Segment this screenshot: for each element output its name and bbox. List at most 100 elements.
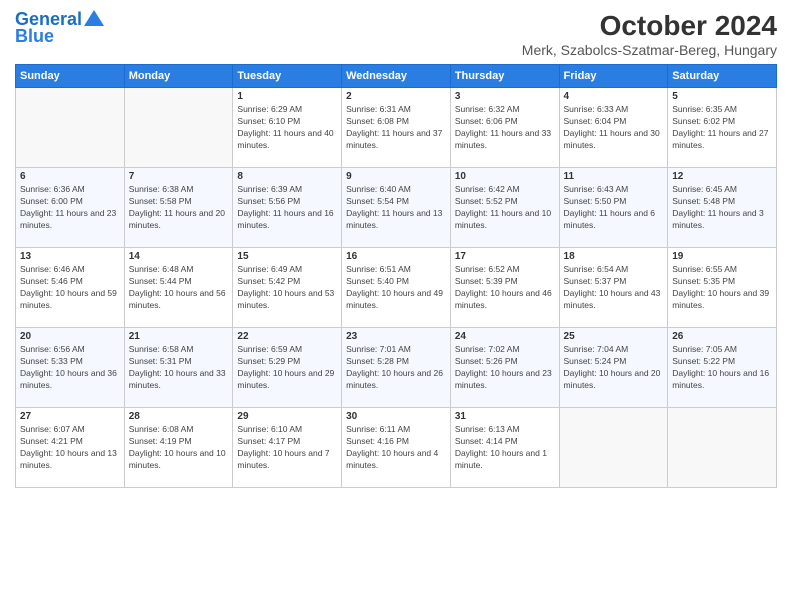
day-info: Sunrise: 6:08 AM Sunset: 4:19 PM Dayligh… [129, 424, 229, 472]
day-number: 13 [20, 251, 120, 262]
day-info: Sunrise: 6:13 AM Sunset: 4:14 PM Dayligh… [455, 424, 555, 472]
col-friday: Friday [559, 65, 668, 88]
day-info: Sunrise: 6:59 AM Sunset: 5:29 PM Dayligh… [237, 344, 337, 392]
day-cell [16, 88, 125, 168]
week-row-0: 1Sunrise: 6:29 AM Sunset: 6:10 PM Daylig… [16, 88, 777, 168]
day-number: 19 [672, 251, 772, 262]
day-cell: 18 Sunrise: 6:54 AM Sunset: 5:37 PM Dayli… [559, 248, 668, 328]
day-info: Sunrise: 6:36 AM Sunset: 6:00 PM Dayligh… [20, 184, 120, 232]
day-number: 18 [564, 251, 664, 262]
day-info: Sunrise: 6:42 AM Sunset: 5:52 PM Dayligh… [455, 184, 555, 232]
day-info: Sunrise: 6:11 AM Sunset: 4:16 PM Dayligh… [346, 424, 446, 472]
day-cell: 27 Sunrise: 6:07 AM Sunset: 4:21 PM Dayli… [16, 408, 125, 488]
logo: General Blue [15, 10, 104, 47]
day-cell: 2 Sunrise: 6:31 AM Sunset: 6:08 PM Daylig… [342, 88, 451, 168]
day-cell: 20Sunrise: 6:56 AM Sunset: 5:33 PM Dayli… [16, 328, 125, 408]
col-wednesday: Wednesday [342, 65, 451, 88]
day-cell: 25 Sunrise: 7:04 AM Sunset: 5:24 PM Dayli… [559, 328, 668, 408]
day-cell: 6 Sunrise: 6:36 AM Sunset: 6:00 PM Daylig… [16, 168, 125, 248]
day-number: 15 [237, 251, 337, 262]
day-number: 11 [564, 171, 664, 182]
col-monday: Monday [124, 65, 233, 88]
day-number: 21 [129, 331, 229, 342]
day-number: 26 [672, 331, 772, 342]
day-info: Sunrise: 6:56 AM Sunset: 5:33 PM Dayligh… [20, 344, 120, 392]
day-number: 17 [455, 251, 555, 262]
day-cell: 7Sunrise: 6:38 AM Sunset: 5:58 PM Daylig… [124, 168, 233, 248]
day-info: Sunrise: 6:48 AM Sunset: 5:44 PM Dayligh… [129, 264, 229, 312]
day-cell: 16 Sunrise: 6:51 AM Sunset: 5:40 PM Dayli… [342, 248, 451, 328]
day-cell: 22 Sunrise: 6:59 AM Sunset: 5:29 PM Dayli… [233, 328, 342, 408]
day-cell: 31 Sunrise: 6:13 AM Sunset: 4:14 PM Dayli… [450, 408, 559, 488]
main-title: October 2024 [522, 10, 777, 42]
subtitle: Merk, Szabolcs-Szatmar-Bereg, Hungary [522, 42, 777, 58]
day-number: 10 [455, 171, 555, 182]
day-cell: 24 Sunrise: 7:02 AM Sunset: 5:26 PM Dayli… [450, 328, 559, 408]
col-tuesday: Tuesday [233, 65, 342, 88]
day-number: 4 [564, 91, 664, 102]
day-number: 2 [346, 91, 446, 102]
day-info: Sunrise: 7:04 AM Sunset: 5:24 PM Dayligh… [564, 344, 664, 392]
day-number: 30 [346, 411, 446, 422]
day-cell: 26 Sunrise: 7:05 AM Sunset: 5:22 PM Dayli… [668, 328, 777, 408]
day-number: 6 [20, 171, 120, 182]
day-cell: 30 Sunrise: 6:11 AM Sunset: 4:16 PM Dayli… [342, 408, 451, 488]
day-info: Sunrise: 7:01 AM Sunset: 5:28 PM Dayligh… [346, 344, 446, 392]
day-number: 29 [237, 411, 337, 422]
day-cell: 23 Sunrise: 7:01 AM Sunset: 5:28 PM Dayli… [342, 328, 451, 408]
day-number: 27 [20, 411, 120, 422]
week-row-4: 27 Sunrise: 6:07 AM Sunset: 4:21 PM Dayli… [16, 408, 777, 488]
page: General Blue October 2024 Merk, Szabolcs… [0, 0, 792, 612]
day-info: Sunrise: 6:54 AM Sunset: 5:37 PM Dayligh… [564, 264, 664, 312]
day-cell: 3Sunrise: 6:32 AM Sunset: 6:06 PM Daylig… [450, 88, 559, 168]
day-info: Sunrise: 7:05 AM Sunset: 5:22 PM Dayligh… [672, 344, 772, 392]
day-info: Sunrise: 6:31 AM Sunset: 6:08 PM Dayligh… [346, 104, 446, 152]
title-area: October 2024 Merk, Szabolcs-Szatmar-Bere… [522, 10, 777, 58]
day-cell: 10 Sunrise: 6:42 AM Sunset: 5:52 PM Dayli… [450, 168, 559, 248]
day-cell: 14 Sunrise: 6:48 AM Sunset: 5:44 PM Dayli… [124, 248, 233, 328]
day-cell [559, 408, 668, 488]
day-cell: 28 Sunrise: 6:08 AM Sunset: 4:19 PM Dayli… [124, 408, 233, 488]
day-number: 24 [455, 331, 555, 342]
day-cell: 17 Sunrise: 6:52 AM Sunset: 5:39 PM Dayli… [450, 248, 559, 328]
day-cell: 8 Sunrise: 6:39 AM Sunset: 5:56 PM Daylig… [233, 168, 342, 248]
day-number: 14 [129, 251, 229, 262]
day-info: Sunrise: 6:45 AM Sunset: 5:48 PM Dayligh… [672, 184, 772, 232]
day-info: Sunrise: 6:39 AM Sunset: 5:56 PM Dayligh… [237, 184, 337, 232]
day-number: 12 [672, 171, 772, 182]
day-info: Sunrise: 6:52 AM Sunset: 5:39 PM Dayligh… [455, 264, 555, 312]
day-cell: 29 Sunrise: 6:10 AM Sunset: 4:17 PM Dayli… [233, 408, 342, 488]
header-row: Sunday Monday Tuesday Wednesday Thursday… [16, 65, 777, 88]
day-info: Sunrise: 6:33 AM Sunset: 6:04 PM Dayligh… [564, 104, 664, 152]
day-number: 31 [455, 411, 555, 422]
day-cell: 13Sunrise: 6:46 AM Sunset: 5:46 PM Dayli… [16, 248, 125, 328]
day-cell: 12 Sunrise: 6:45 AM Sunset: 5:48 PM Dayli… [668, 168, 777, 248]
day-number: 8 [237, 171, 337, 182]
day-number: 16 [346, 251, 446, 262]
day-number: 23 [346, 331, 446, 342]
day-info: Sunrise: 6:10 AM Sunset: 4:17 PM Dayligh… [237, 424, 337, 472]
day-info: Sunrise: 7:02 AM Sunset: 5:26 PM Dayligh… [455, 344, 555, 392]
day-cell [668, 408, 777, 488]
col-saturday: Saturday [668, 65, 777, 88]
week-row-3: 20Sunrise: 6:56 AM Sunset: 5:33 PM Dayli… [16, 328, 777, 408]
day-info: Sunrise: 6:43 AM Sunset: 5:50 PM Dayligh… [564, 184, 664, 232]
day-number: 9 [346, 171, 446, 182]
col-sunday: Sunday [16, 65, 125, 88]
day-info: Sunrise: 6:32 AM Sunset: 6:06 PM Dayligh… [455, 104, 555, 152]
day-cell: 1Sunrise: 6:29 AM Sunset: 6:10 PM Daylig… [233, 88, 342, 168]
day-cell: 4 Sunrise: 6:33 AM Sunset: 6:04 PM Daylig… [559, 88, 668, 168]
day-info: Sunrise: 6:35 AM Sunset: 6:02 PM Dayligh… [672, 104, 772, 152]
day-cell [124, 88, 233, 168]
day-number: 22 [237, 331, 337, 342]
day-info: Sunrise: 6:51 AM Sunset: 5:40 PM Dayligh… [346, 264, 446, 312]
day-cell: 9 Sunrise: 6:40 AM Sunset: 5:54 PM Daylig… [342, 168, 451, 248]
day-cell: 11 Sunrise: 6:43 AM Sunset: 5:50 PM Dayli… [559, 168, 668, 248]
calendar-table: Sunday Monday Tuesday Wednesday Thursday… [15, 64, 777, 488]
day-info: Sunrise: 6:58 AM Sunset: 5:31 PM Dayligh… [129, 344, 229, 392]
day-number: 7 [129, 171, 229, 182]
day-number: 25 [564, 331, 664, 342]
day-info: Sunrise: 6:40 AM Sunset: 5:54 PM Dayligh… [346, 184, 446, 232]
day-number: 28 [129, 411, 229, 422]
day-info: Sunrise: 6:07 AM Sunset: 4:21 PM Dayligh… [20, 424, 120, 472]
